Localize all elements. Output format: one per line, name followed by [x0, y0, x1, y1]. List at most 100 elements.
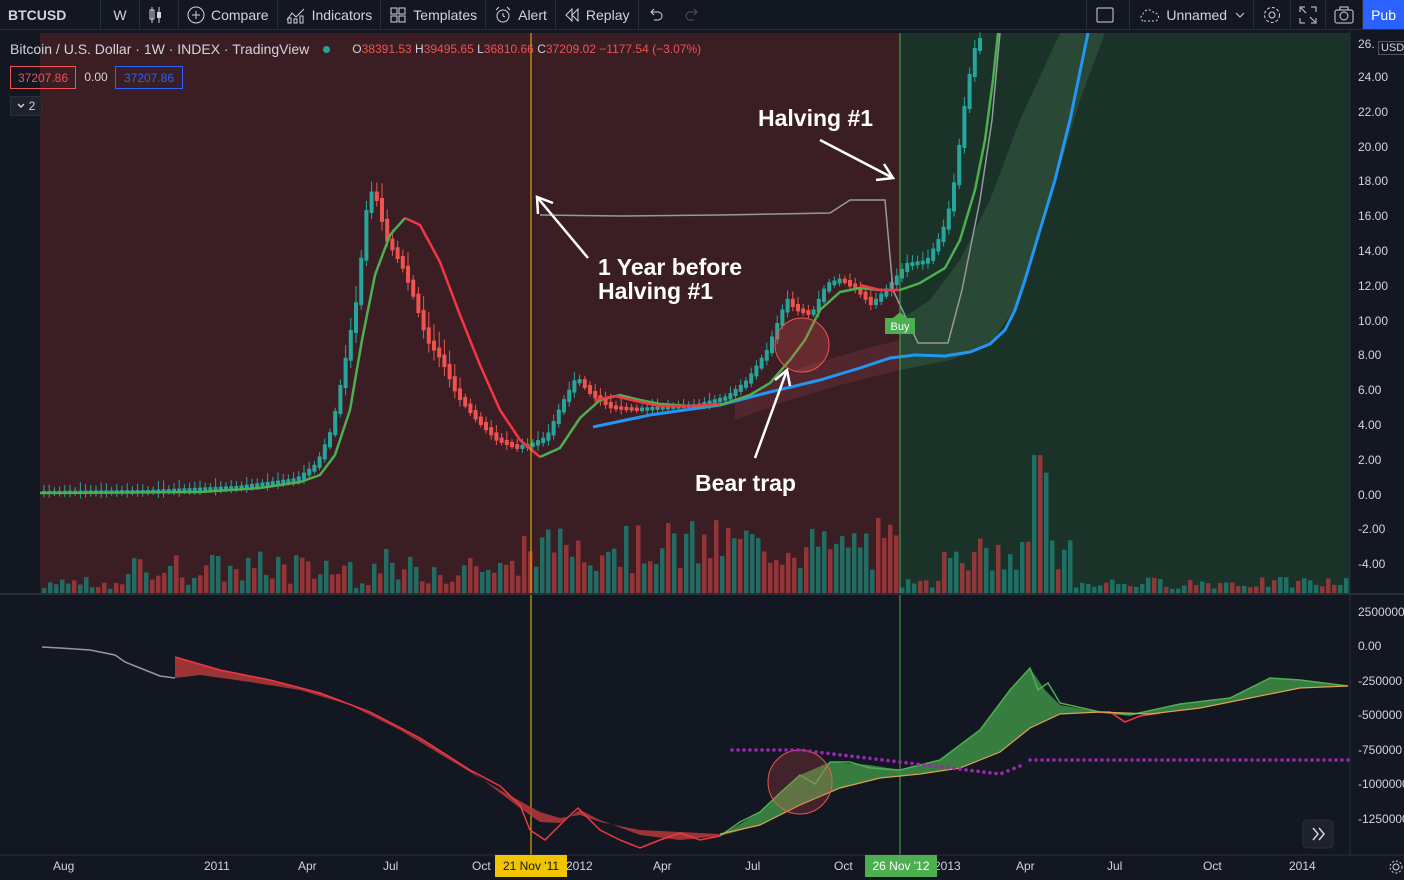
volume-bar — [666, 522, 671, 593]
osc-dot — [1256, 758, 1260, 762]
volume-bar — [1068, 540, 1073, 593]
candle-body — [749, 373, 754, 384]
chart-legend: Bitcoin / U.S. Dollar · 1W · INDEX · Tra… — [10, 41, 701, 57]
osc-dot — [988, 771, 992, 775]
volume-bar — [150, 579, 155, 593]
main-chart[interactable]: Buy — [0, 29, 1404, 880]
fullscreen-button[interactable] — [1291, 0, 1327, 29]
indicators-collapse-button[interactable]: 2 — [10, 96, 42, 116]
volume-bar — [648, 561, 653, 593]
layout-toggle-button[interactable] — [1086, 0, 1131, 29]
candle-body — [359, 257, 364, 306]
sell-price-box[interactable]: 37207.86 — [10, 66, 76, 89]
price-axis-label: 18.00 — [1358, 174, 1389, 189]
candle-body — [593, 390, 598, 399]
osc-dot — [1166, 758, 1170, 762]
candle-body — [494, 432, 499, 441]
redo-button[interactable] — [677, 0, 715, 29]
publish-button[interactable]: Pub — [1363, 0, 1404, 29]
candle-body — [192, 487, 197, 492]
osc-dot — [958, 767, 962, 771]
redo-icon — [685, 8, 698, 20]
volume-bar — [714, 520, 719, 593]
undo-button[interactable] — [639, 0, 677, 29]
candle-body — [551, 421, 556, 436]
osc-dot — [826, 751, 830, 756]
volume-bar — [486, 570, 491, 593]
osc-dot — [916, 762, 920, 766]
osc-dot — [1316, 758, 1320, 762]
volume-bar — [834, 543, 839, 593]
candle-body — [281, 479, 286, 484]
candle-body — [286, 479, 291, 483]
volume-bar — [1134, 586, 1139, 593]
osc-dot — [1012, 766, 1016, 771]
scroll-right-button[interactable] — [1302, 819, 1334, 849]
candle-body — [952, 182, 956, 212]
interval-button[interactable]: W — [101, 0, 140, 29]
indicators-button[interactable]: Indicators — [278, 0, 382, 29]
candle-body — [426, 327, 431, 344]
volume-bar — [1242, 585, 1247, 593]
volume-bar — [1044, 472, 1049, 593]
chart-type-button[interactable] — [140, 0, 179, 29]
time-axis-label: Oct — [834, 859, 853, 873]
currency-button[interactable]: USD — [1378, 41, 1404, 55]
square-icon — [1096, 7, 1114, 22]
replay-label: Replay — [585, 6, 630, 23]
osc-dot — [946, 765, 950, 770]
volume-bar — [564, 544, 569, 593]
rewind-icon — [565, 7, 579, 22]
alert-button[interactable]: Alert — [486, 0, 556, 29]
osc-dot — [1052, 758, 1056, 762]
osc-dot — [1310, 758, 1314, 762]
volume-bar — [840, 536, 845, 593]
high-value: 39495.65 — [423, 42, 474, 56]
osc-dot — [1346, 758, 1350, 762]
layout-name-button[interactable]: Unnamed — [1130, 0, 1255, 29]
osc-dot — [910, 761, 914, 766]
volume-bar — [66, 583, 71, 593]
volume-bar — [1212, 588, 1217, 593]
volume-bar — [1194, 585, 1199, 593]
osc-dot — [1280, 758, 1284, 762]
osc-dot — [922, 763, 926, 767]
volume-bar — [474, 566, 479, 593]
candle-body — [640, 407, 644, 411]
volume-bar — [1086, 583, 1091, 593]
volume-bar — [456, 575, 461, 593]
buy-price-box[interactable]: 37207.86 — [115, 66, 183, 89]
candle-body — [868, 296, 873, 305]
symbol-search-button[interactable]: BTCUSD — [0, 0, 101, 29]
volume-bar — [546, 529, 551, 593]
volume-bar — [60, 579, 65, 593]
snapshot-button[interactable] — [1326, 0, 1364, 29]
settings-button[interactable] — [1254, 0, 1292, 29]
price-axis-label: 14.00 — [1358, 244, 1389, 258]
templates-button[interactable]: Templates — [381, 0, 487, 29]
osc-dot — [1000, 771, 1004, 775]
volume-bar — [252, 568, 257, 593]
volume-bar — [1050, 540, 1055, 593]
sell-price: 37207.86 — [17, 70, 69, 85]
time-axis-settings-icon[interactable] — [1388, 859, 1404, 875]
osc-dot — [766, 748, 770, 752]
osc-dot — [1292, 758, 1296, 762]
volume-bar — [678, 567, 683, 593]
volume-bar — [42, 588, 47, 593]
candle-body — [946, 208, 951, 230]
replay-button[interactable]: Replay — [556, 0, 639, 29]
price-axis-label: 2.00 — [1358, 452, 1382, 467]
candle-body — [796, 304, 800, 312]
open-value: 38391.53 — [361, 42, 412, 56]
volume-bar — [240, 580, 245, 593]
volume-bar — [606, 551, 611, 593]
volume-bar — [444, 583, 449, 593]
candle-body — [863, 291, 868, 300]
volume-bar — [174, 555, 179, 593]
market-status-dot — [323, 45, 331, 53]
osc-dot — [1214, 758, 1218, 762]
price-axis-label: -2.00 — [1358, 522, 1386, 537]
volume-bar — [54, 584, 59, 593]
compare-button[interactable]: Compare — [179, 0, 278, 29]
